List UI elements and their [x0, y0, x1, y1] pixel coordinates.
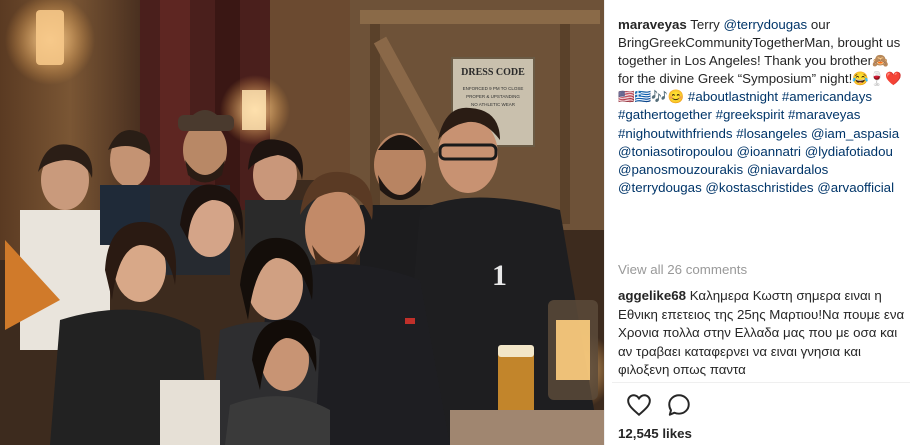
- comment-username[interactable]: aggelike68: [618, 288, 686, 303]
- mention-link[interactable]: @iam_aspasia: [811, 126, 899, 141]
- post-photo[interactable]: DRESS CODE ENFORCED 9 PM TO CLOSE PROPER…: [0, 0, 604, 445]
- hashtag-link[interactable]: #aboutlastnight: [688, 89, 778, 104]
- panel-divider: [604, 0, 605, 445]
- mention-link[interactable]: @lydiafotiadou: [805, 144, 893, 159]
- view-all-comments-link[interactable]: View all 26 comments: [618, 262, 747, 277]
- lantern: [548, 300, 598, 400]
- hashtag-link[interactable]: #americandays: [782, 89, 872, 104]
- sign-line: ENFORCED 9 PM TO CLOSE: [463, 86, 524, 91]
- sign-line: NO ATHLETIC WEAR: [471, 102, 516, 107]
- mention-link[interactable]: @terrydougas: [723, 17, 807, 32]
- mention-link[interactable]: @panosmouzourakis: [618, 162, 743, 177]
- hashtag-link[interactable]: #nighoutwithfriends: [618, 126, 733, 141]
- hashtag-link[interactable]: #maraveyas: [788, 107, 860, 122]
- comment-item: aggelike68 Καλημερα Κωστη σημερα ειναι η…: [618, 287, 908, 380]
- comments-panel: maraveyas Terry @terrydougas our BringGr…: [612, 0, 910, 445]
- mention-link[interactable]: @ioannatri: [736, 144, 801, 159]
- sign-line: PROPER & UPSTANDING: [466, 94, 520, 99]
- actions-separator: [612, 382, 910, 383]
- mention-link[interactable]: @terrydougas: [618, 180, 702, 195]
- post-caption: maraveyas Terry @terrydougas our BringGr…: [618, 16, 906, 197]
- beer-glass: [498, 345, 534, 420]
- comment-icon[interactable]: [666, 392, 692, 418]
- group-photo-illustration: DRESS CODE ENFORCED 9 PM TO CLOSE PROPER…: [0, 0, 604, 445]
- svg-text:1: 1: [492, 259, 507, 292]
- svg-text:DRESS CODE: DRESS CODE: [461, 67, 525, 78]
- mention-link[interactable]: @arvaofficial: [817, 180, 894, 195]
- hashtag-link[interactable]: #losangeles: [736, 126, 807, 141]
- likes-count[interactable]: 12,545 likes: [618, 426, 692, 441]
- mention-link[interactable]: @kostaschristides: [705, 180, 813, 195]
- hashtag-link[interactable]: #gathertogether: [618, 107, 712, 122]
- mention-link[interactable]: @toniasotiropoulou: [618, 144, 733, 159]
- caption-text: Terry @terrydougas our BringGreekCommuni…: [618, 17, 902, 195]
- like-icon[interactable]: [626, 392, 652, 418]
- mention-link[interactable]: @niavardalos: [747, 162, 829, 177]
- caption-username[interactable]: maraveyas: [618, 17, 687, 32]
- hashtag-link[interactable]: #greekspirit: [716, 107, 785, 122]
- caption-text-segment: Terry: [690, 17, 724, 32]
